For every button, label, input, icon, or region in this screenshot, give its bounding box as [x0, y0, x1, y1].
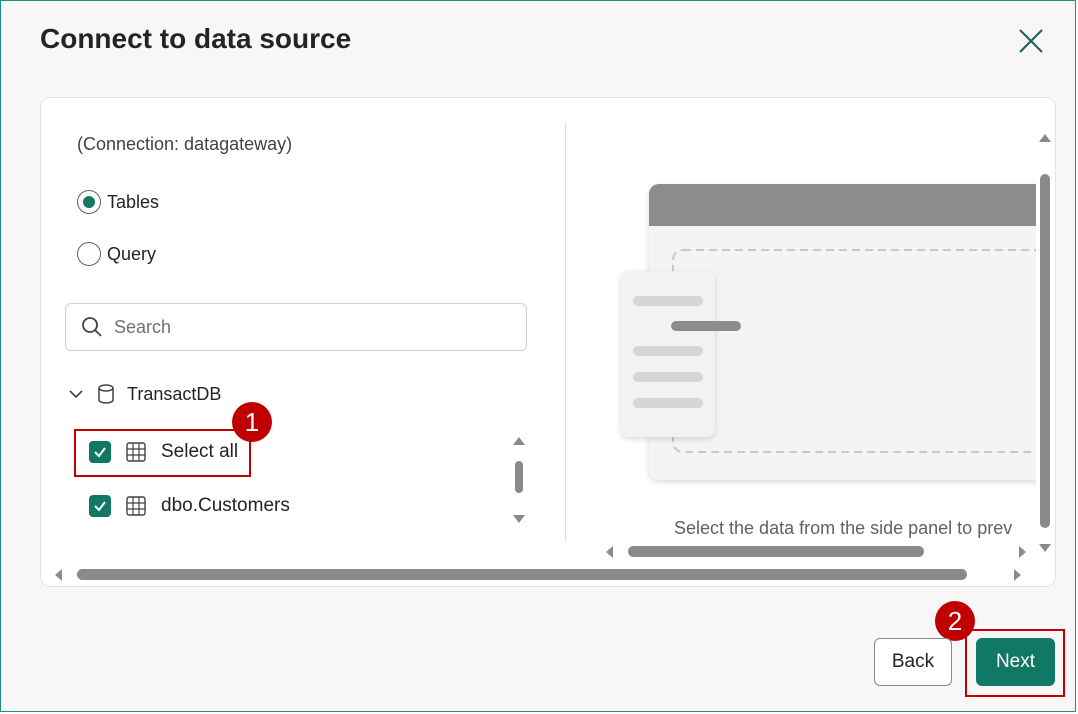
back-button[interactable]: Back [874, 638, 952, 686]
scroll-down-arrow-icon [513, 515, 525, 523]
tree-node-transactdb[interactable]: TransactDB [67, 383, 221, 405]
database-icon [98, 384, 114, 404]
scroll-thumb [1040, 174, 1050, 528]
checkmark-icon [94, 501, 106, 512]
annotation-badge-step2: 2 [935, 601, 975, 641]
annotation-badge-step1: 1 [232, 402, 272, 442]
radio-label: Tables [107, 191, 160, 212]
scroll-thumb [628, 546, 924, 557]
checkbox-checked[interactable] [89, 495, 111, 517]
next-button[interactable]: Next [976, 638, 1055, 686]
annotation-box-step1 [74, 429, 251, 477]
close-button[interactable] [1013, 23, 1049, 59]
preview-pane: Select the data from the side panel to p… [566, 98, 1036, 568]
preview-illustration [621, 184, 1036, 480]
connection-label: (Connection: datagateway) [77, 134, 293, 154]
search-input[interactable] [112, 315, 516, 339]
preview-vertical-scrollbar[interactable] [1033, 128, 1056, 558]
content-panel: (Connection: datagateway) Tables Query S… [40, 97, 1056, 587]
chevron-down-icon[interactable] [67, 385, 85, 403]
dialog-title: Connect to data source [40, 23, 352, 54]
item-label: dbo.Customers [161, 495, 290, 516]
scroll-down-arrow-icon [1039, 544, 1051, 552]
table-icon [126, 496, 146, 516]
panel-horizontal-scrollbar[interactable] [49, 563, 1039, 587]
radio-tables[interactable]: Tables [77, 190, 159, 214]
table-selection-pane: (Connection: datagateway) Tables Query S… [41, 98, 565, 568]
scroll-thumb [515, 461, 523, 493]
tree-node-label: TransactDB [127, 383, 222, 404]
scroll-thumb [77, 569, 967, 580]
radio-button-selected[interactable] [77, 190, 101, 214]
tree-vertical-scrollbar[interactable] [507, 433, 531, 538]
scroll-left-arrow-icon [606, 546, 613, 558]
search-box[interactable] [65, 303, 527, 351]
scroll-right-arrow-icon [1019, 546, 1026, 558]
search-icon [82, 317, 102, 337]
preview-caption: Select the data from the side panel to p… [674, 518, 1013, 538]
connect-dialog: Connect to data source (Connection: data… [0, 0, 1076, 712]
radio-query[interactable]: Query [77, 242, 156, 266]
preview-horizontal-scrollbar[interactable] [596, 540, 1036, 564]
scroll-up-arrow-icon [513, 437, 525, 445]
scroll-left-arrow-icon [55, 569, 62, 581]
radio-label: Query [107, 243, 157, 264]
close-icon [1019, 29, 1043, 53]
tree-item-customers[interactable]: dbo.Customers [89, 495, 290, 517]
scroll-up-arrow-icon [1039, 134, 1051, 142]
scroll-right-arrow-icon [1014, 569, 1021, 581]
radio-button[interactable] [77, 242, 101, 266]
